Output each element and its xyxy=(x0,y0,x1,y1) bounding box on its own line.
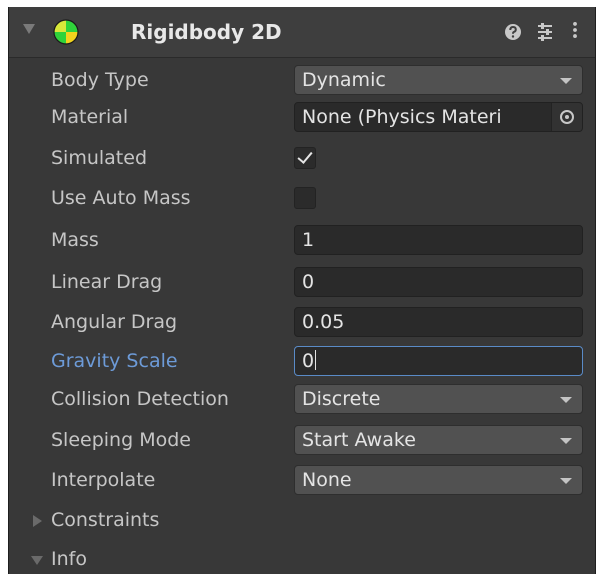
linear-drag-row: Linear Drag 0 xyxy=(9,264,595,300)
material-object-field[interactable]: None (Physics Materi xyxy=(294,102,583,132)
rigidbody2d-icon xyxy=(53,19,79,45)
inspector-panel: Rigidbody 2D Body Type Dynamic Material … xyxy=(8,7,596,574)
foldout-collapsed-icon[interactable] xyxy=(33,515,42,527)
checkmark-icon xyxy=(297,148,313,164)
presets-icon[interactable] xyxy=(532,19,558,45)
interpolate-dropdown[interactable]: None xyxy=(294,465,583,495)
foldout-expanded-icon[interactable] xyxy=(31,556,43,565)
body-type-value: Dynamic xyxy=(302,69,386,91)
gravity-scale-value: 0 xyxy=(302,350,315,372)
body-type-dropdown[interactable]: Dynamic xyxy=(294,65,583,95)
linear-drag-input[interactable]: 0 xyxy=(294,267,583,297)
mass-input[interactable]: 1 xyxy=(294,225,583,255)
linear-drag-label: Linear Drag xyxy=(51,271,163,293)
sleeping-mode-value: Start Awake xyxy=(302,429,416,451)
mass-label: Mass xyxy=(51,229,99,251)
simulated-label: Simulated xyxy=(51,147,148,169)
dropdown-arrow-icon xyxy=(560,438,572,444)
dropdown-arrow-icon xyxy=(560,78,572,84)
interpolate-value: None xyxy=(302,469,352,491)
gravity-scale-input[interactable]: 0 xyxy=(294,346,583,376)
interpolate-row: Interpolate None xyxy=(9,462,595,498)
dropdown-arrow-icon xyxy=(560,397,572,403)
mass-row: Mass 1 xyxy=(9,222,595,258)
sleeping-mode-dropdown[interactable]: Start Awake xyxy=(294,425,583,455)
angular-drag-input[interactable]: 0.05 xyxy=(294,307,583,337)
gravity-scale-label: Gravity Scale xyxy=(51,350,178,372)
info-foldout[interactable]: Info xyxy=(9,541,595,574)
use-auto-mass-row: Use Auto Mass xyxy=(9,180,595,216)
component-header[interactable]: Rigidbody 2D xyxy=(9,7,595,58)
collision-detection-label: Collision Detection xyxy=(51,388,229,410)
constraints-foldout[interactable]: Constraints xyxy=(9,502,595,538)
collision-detection-value: Discrete xyxy=(302,388,381,410)
use-auto-mass-label: Use Auto Mass xyxy=(51,187,191,209)
object-picker-icon[interactable] xyxy=(551,103,582,131)
gravity-scale-row: Gravity Scale 0 xyxy=(9,343,595,379)
component-title: Rigidbody 2D xyxy=(131,20,282,44)
material-row: Material None (Physics Materi xyxy=(9,99,595,135)
simulated-row: Simulated xyxy=(9,140,595,176)
dropdown-arrow-icon xyxy=(560,478,572,484)
help-icon[interactable] xyxy=(502,22,524,42)
sleeping-mode-row: Sleeping Mode Start Awake xyxy=(9,422,595,458)
interpolate-label: Interpolate xyxy=(51,469,156,491)
body-type-row: Body Type Dynamic xyxy=(9,62,595,98)
info-label[interactable]: Info xyxy=(51,541,87,574)
use-auto-mass-checkbox[interactable] xyxy=(294,187,316,209)
text-caret xyxy=(315,350,317,370)
body-type-label: Body Type xyxy=(51,69,149,91)
constraints-label[interactable]: Constraints xyxy=(51,502,159,538)
collision-detection-row: Collision Detection Discrete xyxy=(9,381,595,417)
simulated-checkbox[interactable] xyxy=(294,147,316,169)
material-label: Material xyxy=(51,106,129,128)
angular-drag-row: Angular Drag 0.05 xyxy=(9,304,595,340)
angular-drag-label: Angular Drag xyxy=(51,311,178,333)
sleeping-mode-label: Sleeping Mode xyxy=(51,429,191,451)
material-value: None (Physics Materi xyxy=(302,106,502,128)
kebab-menu-icon[interactable] xyxy=(565,17,585,43)
collision-detection-dropdown[interactable]: Discrete xyxy=(294,384,583,414)
foldout-expanded-icon[interactable] xyxy=(23,24,35,34)
